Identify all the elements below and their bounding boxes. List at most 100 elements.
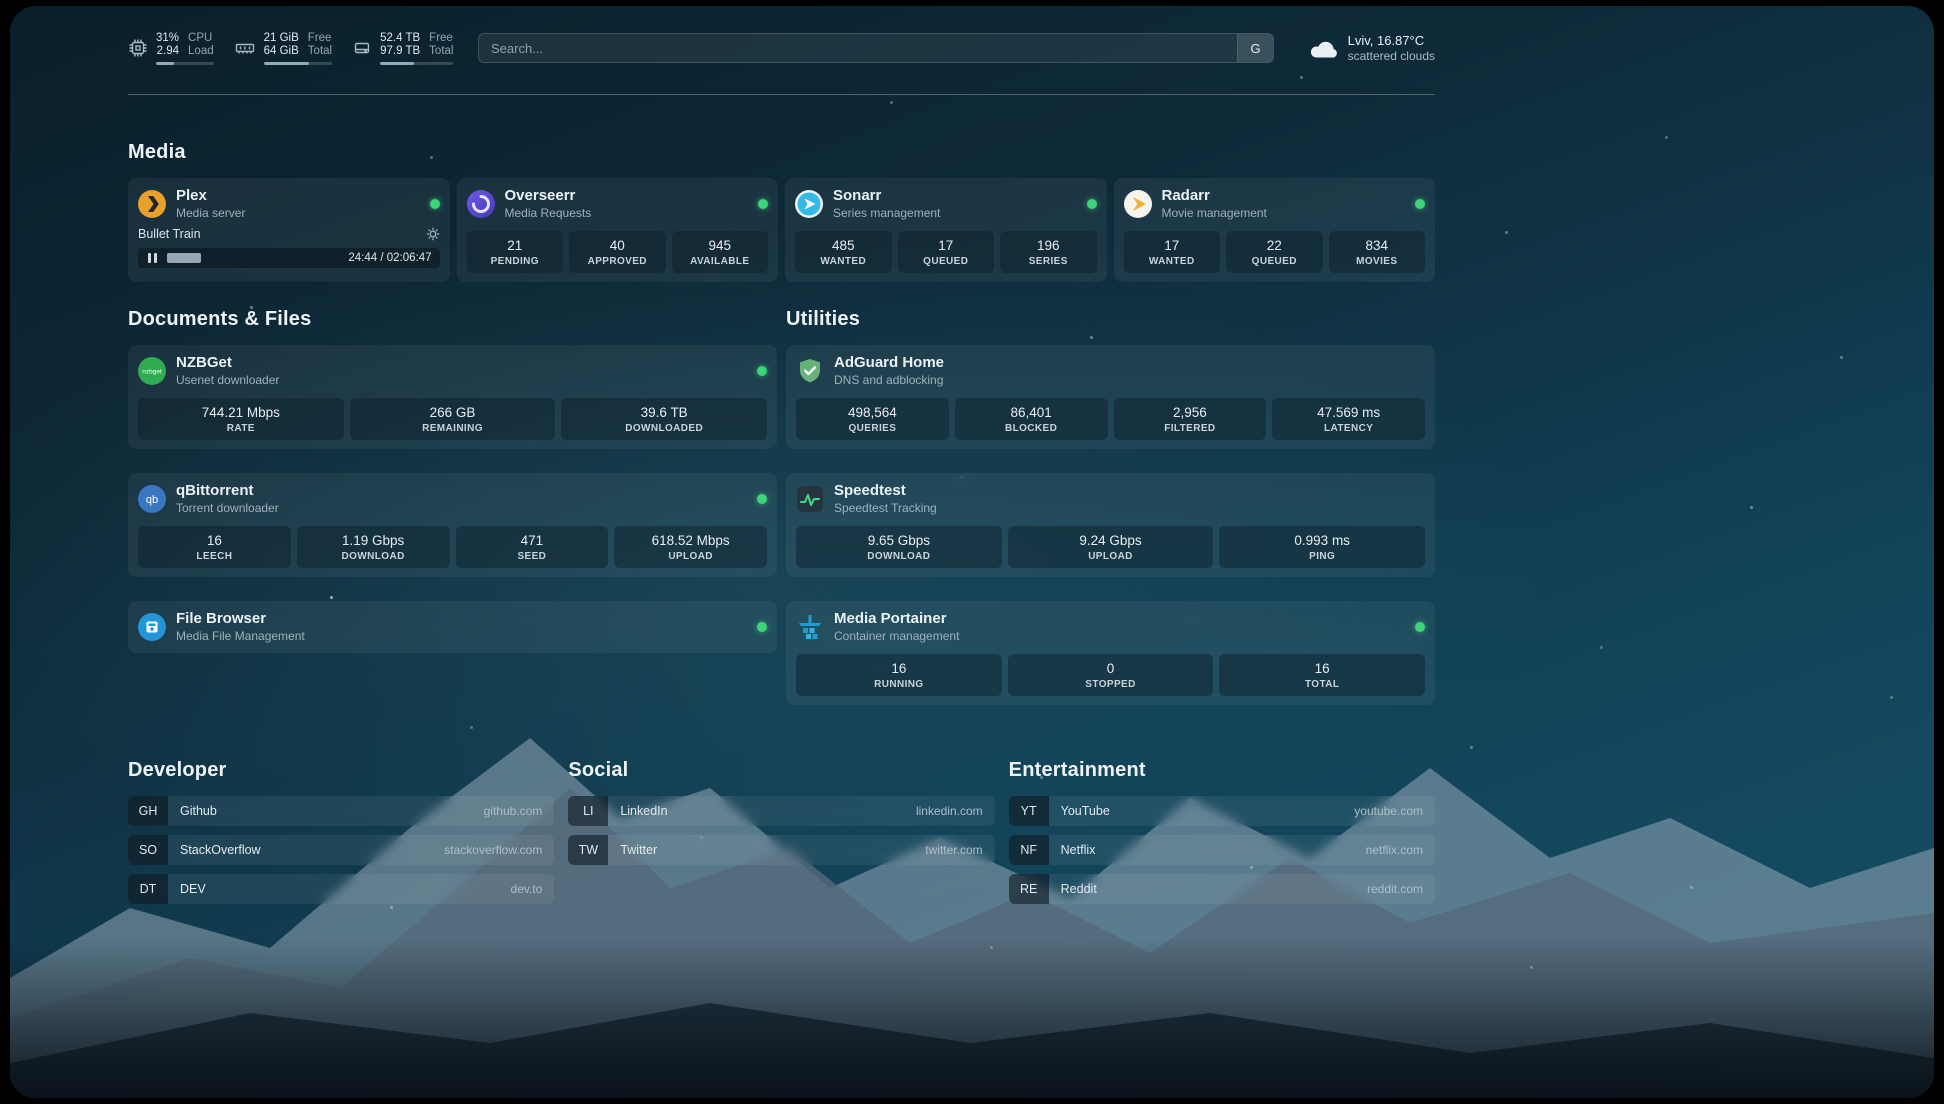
bookmark-abbr: SO (128, 835, 168, 865)
section-heading-entertainment: Entertainment (1009, 759, 1435, 782)
service-title: File Browser (176, 610, 305, 628)
stat-block: 9.65 Gbps DOWNLOAD (796, 526, 1002, 568)
service-card-sonarr[interactable]: Sonarr Series management 485 WANTED 17 Q… (785, 178, 1107, 282)
pause-icon[interactable] (146, 252, 159, 264)
bookmark-github[interactable]: GH Github github.com (128, 796, 554, 826)
memory-widget: 21 GiB 64 GiB Free Total (234, 32, 332, 65)
media-card-grid: Plex Media server Bullet Train (128, 178, 1435, 282)
bookmark-twitter[interactable]: TW Twitter twitter.com (568, 835, 994, 865)
disk-total: 97.9 TB (380, 45, 420, 58)
stat-block: 618.52 Mbps UPLOAD (614, 526, 767, 568)
service-card-overseerr[interactable]: Overseerr Media Requests 21 PENDING 40 A… (457, 178, 779, 282)
qbittorrent-icon: qb (138, 485, 166, 513)
svg-text:nzbget: nzbget (142, 369, 162, 376)
filebrowser-icon (138, 613, 166, 641)
stat-block: 16 RUNNING (796, 654, 1002, 696)
documents-column: Documents & Files nzbget NZBGet Usenet d… (128, 282, 777, 653)
section-heading-utilities: Utilities (786, 308, 1435, 331)
disk-icon (352, 38, 372, 58)
service-card-portainer[interactable]: Media Portainer Container management 16 … (786, 601, 1435, 705)
service-title: Speedtest (834, 482, 937, 500)
gear-icon[interactable] (426, 227, 440, 241)
service-card-qbittorrent[interactable]: qb qBittorrent Torrent downloader 16 LEE… (128, 473, 777, 577)
bookmark-url: netflix.com (1366, 843, 1423, 857)
bookmark-url: github.com (484, 804, 543, 818)
search-bar: G (478, 33, 1274, 63)
bookmark-abbr: NF (1009, 835, 1049, 865)
status-dot (757, 366, 767, 376)
service-title: Overseerr (505, 187, 592, 205)
weather-widget: Lviv, 16.87°C scattered clouds (1306, 33, 1435, 64)
bookmark-url: youtube.com (1354, 804, 1423, 818)
stat-block: 266 GB REMAINING (350, 398, 556, 440)
speedtest-icon (796, 485, 824, 513)
service-title: Sonarr (833, 187, 940, 205)
bookmark-name: YouTube (1061, 804, 1110, 818)
stat-block: 744.21 Mbps RATE (138, 398, 344, 440)
service-subtitle: Torrent downloader (176, 501, 279, 516)
status-dot (1087, 199, 1097, 209)
status-dot (757, 622, 767, 632)
cpu-load-label: Load (188, 45, 214, 58)
service-subtitle: DNS and adblocking (834, 373, 944, 388)
service-subtitle: Media Requests (505, 206, 592, 221)
stat-block: 1.19 Gbps DOWNLOAD (297, 526, 450, 568)
search-provider-button[interactable]: G (1237, 34, 1273, 62)
service-card-plex[interactable]: Plex Media server Bullet Train (128, 178, 450, 282)
service-card-adguard[interactable]: AdGuard Home DNS and adblocking 498,564 … (786, 345, 1435, 449)
bookmark-abbr: DT (128, 874, 168, 904)
service-subtitle: Media server (176, 206, 245, 221)
utilities-column: Utilities AdGuard Home DNS and adblockin… (786, 282, 1435, 705)
bottom-shade (10, 938, 1934, 1098)
stat-block: 0.993 ms PING (1219, 526, 1425, 568)
bookmark-abbr: YT (1009, 796, 1049, 826)
search-input[interactable] (479, 34, 1237, 62)
dashboard: 31% 2.94 CPU Load (10, 6, 1934, 1098)
weather-condition: scattered clouds (1348, 49, 1435, 64)
bookmark-dev[interactable]: DT DEV dev.to (128, 874, 554, 904)
bookmark-name: StackOverflow (180, 843, 261, 857)
service-card-speedtest[interactable]: Speedtest Speedtest Tracking 9.65 Gbps D… (786, 473, 1435, 577)
bookmark-youtube[interactable]: YT YouTube youtube.com (1009, 796, 1435, 826)
bookmark-stackoverflow[interactable]: SO StackOverflow stackoverflow.com (128, 835, 554, 865)
bookmark-netflix[interactable]: NF Netflix netflix.com (1009, 835, 1435, 865)
cloud-icon (1306, 36, 1338, 60)
plex-progress-bar: 24:44 / 02:06:47 (138, 248, 440, 268)
bookmark-linkedin[interactable]: LI LinkedIn linkedin.com (568, 796, 994, 826)
service-subtitle: Movie management (1162, 206, 1267, 221)
bookmarks-section: Developer GH Github github.com SO StackO… (128, 759, 1435, 904)
bookmark-name: Twitter (620, 843, 657, 857)
status-dot (758, 199, 768, 209)
section-heading-social: Social (568, 759, 994, 782)
memory-total-label: Total (308, 45, 332, 58)
cpu-percent: 31% (156, 32, 179, 45)
bookmark-name: Reddit (1061, 882, 1097, 896)
memory-free: 21 GiB (264, 32, 299, 45)
cpu-progress-bar (156, 62, 214, 65)
memory-icon (234, 38, 256, 58)
stat-block: 196 SERIES (1000, 231, 1097, 273)
bookmark-url: linkedin.com (916, 804, 983, 818)
snow-particles (10, 6, 13, 9)
bookmark-url: reddit.com (1367, 882, 1423, 896)
service-card-nzbget[interactable]: nzbget NZBGet Usenet downloader 744.21 M… (128, 345, 777, 449)
service-title: NZBGet (176, 354, 279, 372)
stat-block: 2,956 FILTERED (1114, 398, 1267, 440)
plex-now-playing-row: Bullet Train (138, 227, 440, 241)
bookmark-abbr: RE (1009, 874, 1049, 904)
service-card-filebrowser[interactable]: File Browser Media File Management (128, 601, 777, 653)
service-subtitle: Container management (834, 629, 959, 644)
stat-block: 22 QUEUED (1226, 231, 1323, 273)
bookmark-group-social: Social LI LinkedIn linkedin.com TW Twitt… (568, 759, 994, 904)
service-card-radarr[interactable]: Radarr Movie management 17 WANTED 22 QUE… (1114, 178, 1436, 282)
adguard-icon (796, 357, 824, 385)
stat-block: 17 WANTED (1124, 231, 1221, 273)
bookmark-reddit[interactable]: RE Reddit reddit.com (1009, 874, 1435, 904)
service-subtitle: Speedtest Tracking (834, 501, 937, 516)
stat-block: 9.24 Gbps UPLOAD (1008, 526, 1214, 568)
bookmark-url: dev.to (511, 882, 543, 896)
bookmark-name: DEV (180, 882, 206, 896)
sonarr-icon (795, 190, 823, 218)
disk-free-label: Free (429, 32, 453, 45)
cpu-load: 2.94 (157, 45, 179, 58)
